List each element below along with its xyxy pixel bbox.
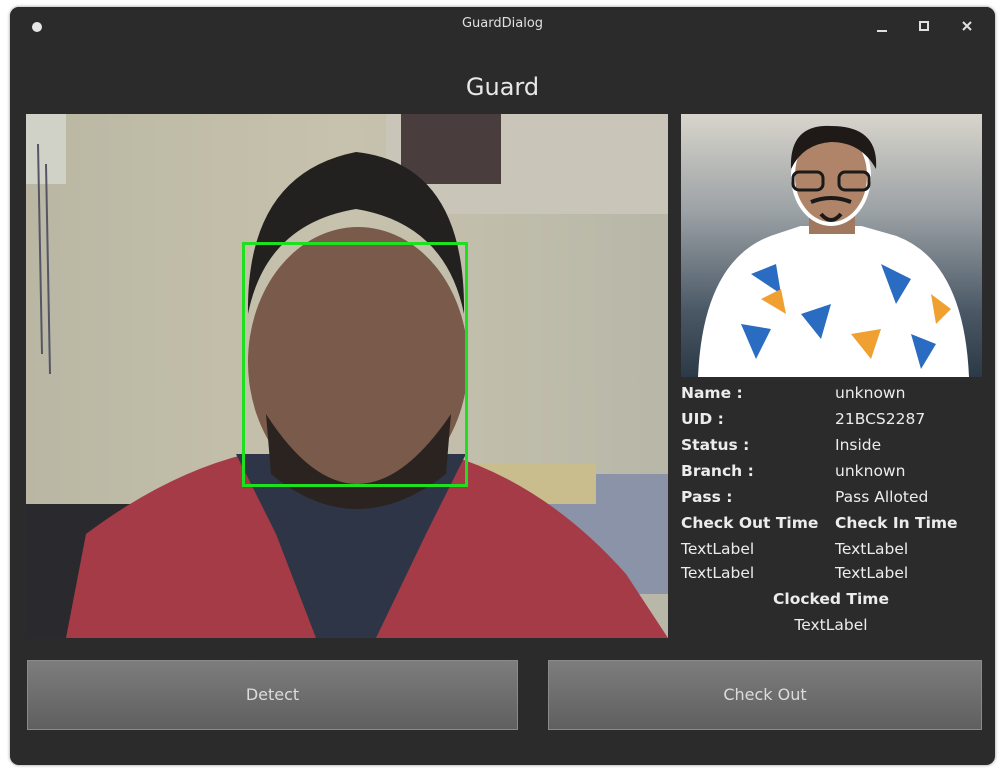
- face-detection-box: [242, 242, 468, 487]
- status-label: Status :: [681, 436, 750, 454]
- check-out-time-1: TextLabel: [681, 540, 755, 558]
- clocked-time-header: Clocked Time: [773, 590, 889, 608]
- camera-feed: [26, 114, 668, 638]
- uid-value: 21BCS2287: [835, 410, 926, 428]
- name-label: Name :: [681, 384, 743, 402]
- maximize-icon[interactable]: [914, 16, 934, 36]
- minimize-icon[interactable]: [872, 16, 892, 36]
- guard-dialog-window: GuardDialog Guard Name: unknown UID: 2…: [10, 7, 995, 765]
- branch-label: Branch :: [681, 462, 754, 480]
- uid-label: UID :: [681, 410, 724, 428]
- check-out-time-header: Check Out Time: [681, 514, 819, 532]
- window-title: GuardDialog: [461, 16, 544, 31]
- status-value: Inside: [835, 436, 882, 454]
- pass-value: Pass Alloted: [835, 488, 929, 506]
- branch-value: unknown: [835, 462, 906, 480]
- check-in-time-header: Check In Time: [835, 514, 958, 532]
- check-in-time-1: TextLabel: [835, 540, 909, 558]
- close-icon[interactable]: [957, 16, 977, 36]
- profile-photo: [681, 114, 982, 377]
- check-in-time-2: TextLabel: [835, 564, 909, 582]
- check-out-time-2: TextLabel: [681, 564, 755, 582]
- page-title: Guard: [465, 73, 540, 101]
- name-value: unknown: [835, 384, 906, 402]
- pass-label: Pass :: [681, 488, 733, 506]
- title-bar[interactable]: GuardDialog: [10, 7, 995, 45]
- check-out-button[interactable]: Check Out: [548, 660, 982, 730]
- detect-button[interactable]: Detect: [27, 660, 518, 730]
- clocked-time-value: TextLabel: [794, 616, 868, 634]
